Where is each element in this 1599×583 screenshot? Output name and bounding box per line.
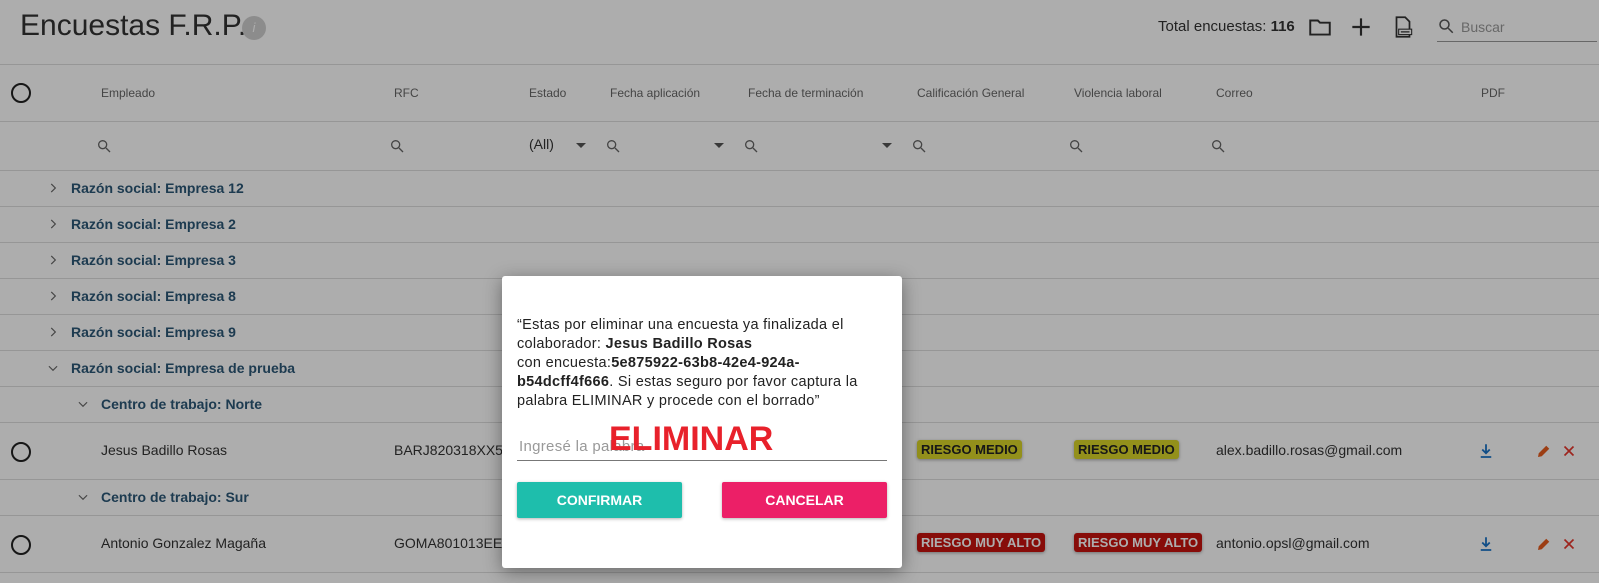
dialog-employee-name: Jesus Badillo Rosas [605, 336, 753, 352]
cancel-button[interactable]: CANCELAR [722, 482, 887, 518]
confirm-button[interactable]: CONFIRMAR [517, 482, 682, 518]
dialog-message: “Estas por eliminar una encuesta ya fina… [517, 316, 889, 411]
delete-confirm-dialog: “Estas por eliminar una encuesta ya fina… [502, 276, 902, 568]
dialog-message-part: con encuesta: [517, 355, 612, 371]
eliminar-annotation: ELIMINAR [609, 420, 774, 458]
